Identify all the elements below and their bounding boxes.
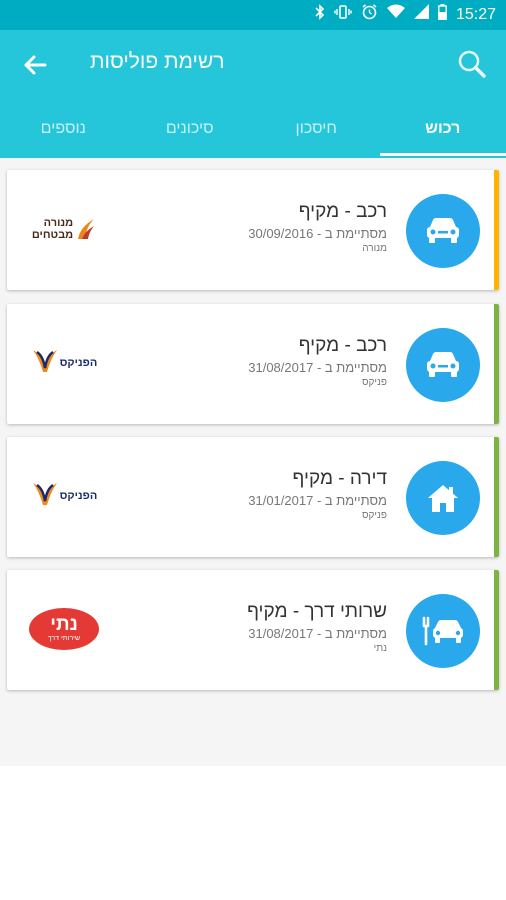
status-time: 15:27	[455, 6, 496, 23]
company-logo-phoenix: הפניקס	[25, 342, 103, 384]
policy-texts: רכב - מקיף מסתיימת ב - 30/09/2016 מנורה	[248, 200, 387, 256]
category-icon-circle	[406, 461, 480, 535]
logo-text-line1: מנורה	[43, 217, 74, 229]
policy-expiry: מסתיימת ב - 31/01/2017	[248, 493, 387, 508]
policy-title: דירה - מקיף	[292, 468, 387, 489]
company-logo-phoenix: הפניקס	[25, 475, 103, 517]
bluetooth-icon	[315, 3, 325, 27]
policy-list: רכב - מקיף מסתיימת ב - 30/09/2016 מנורה …	[0, 158, 506, 766]
status-accent-bar	[494, 170, 499, 290]
policy-texts: רכב - מקיף מסתיימת ב - 31/08/2017 פניקס	[248, 334, 387, 390]
status-icons: 15:27	[315, 3, 496, 27]
policy-expiry: מסתיימת ב - 30/09/2016	[248, 226, 387, 241]
status-accent-bar	[494, 437, 499, 557]
policy-expiry: מסתיימת ב - 31/08/2017	[248, 626, 387, 641]
tab-property[interactable]: רכוש	[379, 110, 506, 158]
phoenix-bird-icon	[32, 483, 57, 505]
policy-card[interactable]: רכב - מקיף מסתיימת ב - 30/09/2016 מנורה …	[7, 170, 499, 290]
battery-icon	[438, 3, 447, 27]
policy-texts: דירה - מקיף מסתיימת ב - 31/01/2017 פניקס	[248, 467, 387, 523]
page-title: רשימת פוליסות	[90, 50, 225, 73]
car-icon	[427, 352, 459, 377]
logo-text-line2: מבטחים	[31, 229, 74, 241]
policy-expiry: מסתיימת ב - 31/08/2017	[248, 360, 387, 375]
back-button[interactable]	[18, 48, 52, 82]
policy-title: רכב - מקיף	[298, 201, 387, 222]
search-button[interactable]	[456, 48, 488, 80]
policy-card[interactable]: שרותי דרך - מקיף מסתיימת ב - 31/08/2017 …	[7, 570, 499, 690]
tab-bar: רכוש חיסכון סיכונים נוספים	[0, 110, 506, 158]
category-icon-circle	[406, 194, 480, 268]
policy-company: פניקס	[361, 377, 387, 388]
wifi-icon	[386, 4, 405, 26]
policy-company: מנורה	[362, 243, 387, 254]
vibrate-icon	[334, 4, 352, 27]
arrow-back-icon	[24, 55, 47, 75]
policy-texts: שרותי דרך - מקיף מסתיימת ב - 31/08/2017 …	[247, 600, 387, 656]
logo-subtext: שירותי דרך	[47, 635, 81, 642]
category-icon-circle	[406, 328, 480, 402]
policy-company: פניקס	[361, 510, 387, 521]
category-icon-circle	[406, 594, 480, 668]
company-logo-menora: מנורה מבטחים	[25, 208, 103, 250]
app-bar: רשימת פוליסות רכוש חיסכון סיכונים נוספים	[0, 30, 506, 158]
policy-card[interactable]: רכב - מקיף מסתיימת ב - 31/08/2017 פניקס …	[7, 304, 499, 424]
status-accent-bar	[494, 304, 499, 424]
tab-risks[interactable]: סיכונים	[127, 110, 254, 158]
signal-icon	[413, 4, 429, 26]
car-service-icon	[422, 616, 463, 646]
logo-text: הפניקס	[59, 357, 98, 369]
nati-logo-oval: נתי שירותי דרך	[29, 608, 99, 650]
car-icon	[427, 218, 459, 243]
alarm-icon	[361, 3, 378, 27]
policy-card[interactable]: דירה - מקיף מסתיימת ב - 31/01/2017 פניקס…	[7, 437, 499, 557]
search-icon	[458, 50, 486, 78]
company-logo-nati: נתי שירותי דרך	[25, 608, 103, 650]
phoenix-bird-icon	[32, 350, 57, 372]
policy-title: שרותי דרך - מקיף	[247, 601, 387, 622]
policy-company: נתי	[373, 643, 387, 654]
home-icon	[428, 485, 458, 512]
status-accent-bar	[494, 570, 499, 690]
logo-text: נתי	[50, 614, 78, 635]
menora-flame-icon	[78, 219, 95, 239]
policy-title: רכב - מקיף	[298, 335, 387, 356]
tab-savings[interactable]: חיסכון	[253, 110, 380, 158]
status-bar: 15:27	[0, 0, 506, 30]
tab-others[interactable]: נוספים	[0, 110, 127, 158]
logo-text: הפניקס	[59, 490, 98, 502]
